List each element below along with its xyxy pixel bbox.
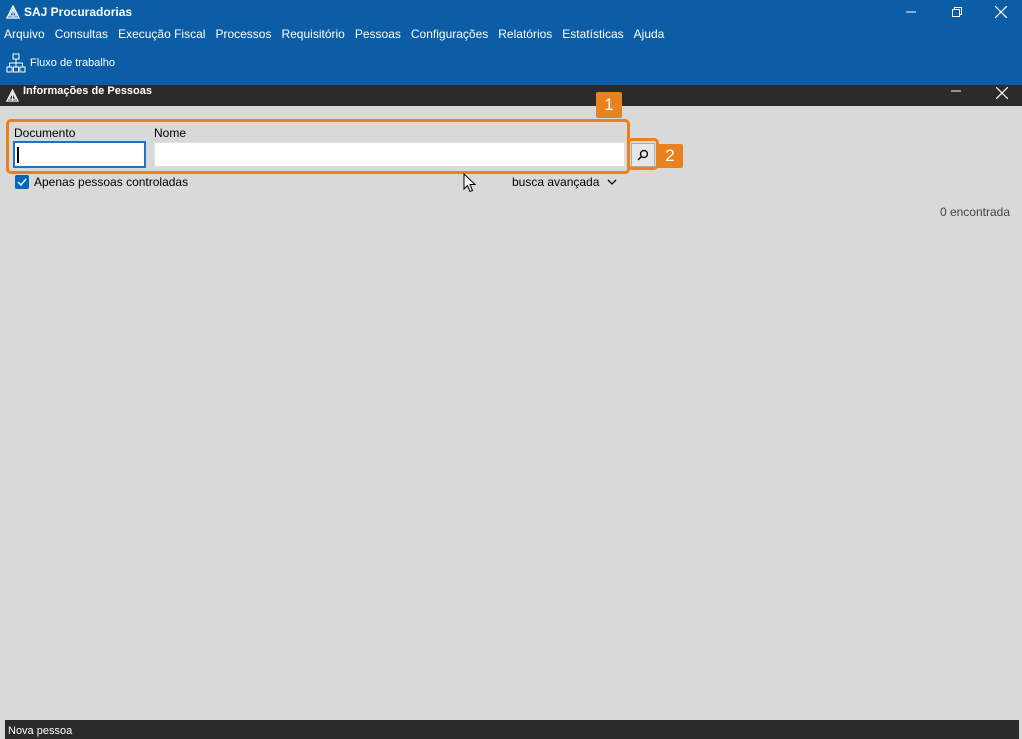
callout-highlight-2 [627, 138, 659, 170]
menu-arquivo[interactable]: Arquivo [4, 27, 45, 41]
minimize-icon [951, 90, 961, 92]
title-bar: SAJ Procuradorias [0, 0, 1022, 24]
checkmark-icon [17, 178, 27, 187]
search-panel: Documento Nome 1 2 Apenas pessoas contro… [0, 92, 1022, 720]
menu-requisitorio[interactable]: Requisitório [281, 27, 344, 41]
restore-icon [952, 7, 962, 17]
status-bar: Nova pessoa [0, 720, 1022, 739]
restore-button[interactable] [934, 0, 980, 24]
close-icon [996, 87, 1008, 99]
menu-execucao-fiscal[interactable]: Execução Fiscal [118, 27, 205, 41]
app-window: SAJ Procuradorias Arquivo Consultas Exec… [0, 0, 1022, 739]
controlled-persons-checkbox[interactable] [15, 175, 29, 189]
toolbar: Fluxo de trabalho [0, 44, 1022, 85]
app-title: SAJ Procuradorias [24, 5, 133, 19]
result-count: 0 encontrada [939, 205, 1010, 219]
menu-pessoas[interactable]: Pessoas [355, 27, 401, 41]
minimize-button[interactable] [888, 0, 934, 24]
chevron-down-icon [607, 179, 617, 185]
menu-estatisticas[interactable]: Estatísticas [562, 27, 623, 41]
workflow-button[interactable]: Fluxo de trabalho [6, 53, 115, 73]
close-icon [995, 6, 1007, 18]
workflow-icon [6, 53, 26, 73]
minimize-icon [906, 11, 916, 13]
subwindow-title-bar: Informações de Pessoas [0, 85, 1022, 106]
menu-bar: Arquivo Consultas Execução Fiscal Proces… [0, 24, 1022, 44]
callout-tag-2: 2 [657, 144, 683, 168]
subwindow-close-button[interactable] [990, 83, 1014, 103]
subwindow-title: Informações de Pessoas [23, 85, 153, 97]
workflow-label: Fluxo de trabalho [30, 57, 115, 69]
menu-consultas[interactable]: Consultas [55, 27, 108, 41]
app-logo-icon [6, 5, 20, 19]
new-person-label: Nova pessoa [8, 725, 73, 737]
close-button[interactable] [978, 0, 1022, 24]
advanced-search-label: busca avançada [512, 175, 600, 189]
menu-ajuda[interactable]: Ajuda [634, 27, 665, 41]
menu-configuracoes[interactable]: Configurações [411, 27, 488, 41]
subwindow-minimize-button[interactable] [944, 83, 968, 99]
menu-processos[interactable]: Processos [215, 27, 271, 41]
callout-tag-1: 1 [596, 92, 622, 118]
controlled-persons-label: Apenas pessoas controladas [34, 175, 189, 189]
callout-highlight-1 [6, 119, 630, 174]
mouse-pointer-icon [463, 173, 477, 193]
new-person-button[interactable]: Nova pessoa [5, 720, 1019, 739]
advanced-search-toggle[interactable]: busca avançada [512, 175, 617, 189]
menu-relatorios[interactable]: Relatórios [498, 27, 552, 41]
subwindow-logo-icon [6, 89, 19, 102]
